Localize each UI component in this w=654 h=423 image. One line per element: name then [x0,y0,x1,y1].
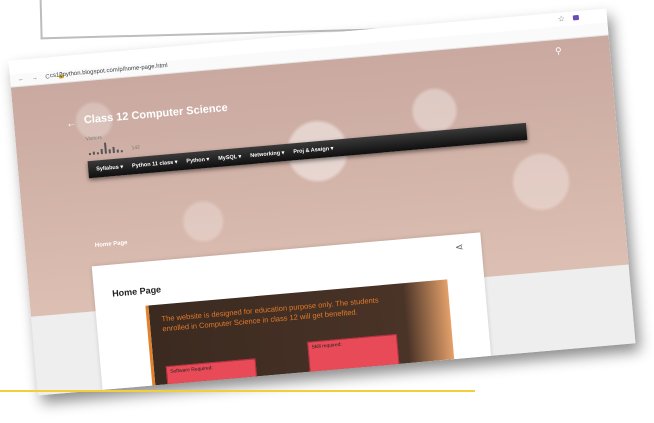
star-icon[interactable]: ☆ [557,14,565,24]
skill-required-box: Skill required: [307,333,401,390]
nav-item-mysql[interactable]: MySQL ▾ [218,153,242,161]
visitor-count: 142 [131,144,141,152]
software-required-label: Software Required: [169,365,214,375]
post-body-text: The website is designed for education pu… [161,295,379,334]
nav-item-proj-assign[interactable]: Proj & Assign ▾ [293,145,334,154]
back-arrow-icon[interactable]: ← [66,118,77,130]
visitor-sparkline [86,140,127,156]
extension-icon[interactable] [572,14,580,21]
nav-item-python-11[interactable]: Python 11 class ▾ [132,159,178,169]
blog-title[interactable]: Class 12 Computer Science [83,102,228,127]
yellow-underline [0,390,475,392]
blog-header: ⚲ ← Class 12 Computer Science Visitors 1… [10,35,636,396]
blog-navbar: Syllabus ▾ Python 11 class ▾ Python ▾ My… [87,122,528,179]
skill-required-label: Skill required: [311,341,343,351]
post-title: Home Page [111,284,162,299]
post-panel: ⋖ Home Page The website is designed for … [91,232,493,396]
post-content-image: The website is designed for education pu… [145,279,456,396]
search-icon[interactable]: ⚲ [555,46,563,58]
nav-item-networking[interactable]: Networking ▾ [250,150,285,159]
screenshot-card: ☆ ← → C 🔒 cs12python.blogspot.com/p/home… [8,8,636,396]
nav-item-syllabus[interactable]: Syllabus ▾ [96,164,123,172]
breadcrumb: Home Page [94,240,128,249]
share-icon[interactable]: ⋖ [455,242,464,254]
nav-item-python[interactable]: Python ▾ [186,156,209,164]
